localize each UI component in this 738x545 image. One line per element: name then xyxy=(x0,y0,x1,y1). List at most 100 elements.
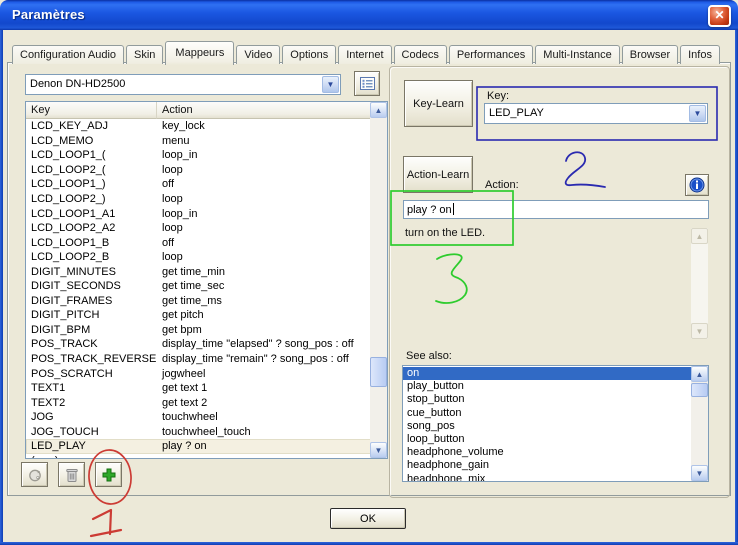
tab-multi-instance[interactable]: Multi-Instance xyxy=(535,45,619,64)
action-label: Action: xyxy=(485,179,519,191)
table-row[interactable]: DIGIT_MINUTESget time_min xyxy=(26,264,371,279)
row-action: loop_in xyxy=(157,208,371,220)
delete-mapping-button[interactable] xyxy=(58,462,85,487)
mapping-list-button[interactable] xyxy=(354,71,380,96)
action-input[interactable]: play ? on xyxy=(403,200,709,219)
table-row[interactable]: DIGIT_FRAMESget time_ms xyxy=(26,294,371,309)
row-key: JOG xyxy=(26,411,157,423)
see-also-item[interactable]: headphone_gain xyxy=(403,459,691,472)
table-header: Key Action xyxy=(26,102,371,119)
scroll-down-button[interactable]: ▼ xyxy=(691,465,708,481)
see-also-item[interactable]: loop_button xyxy=(403,433,691,446)
table-row[interactable]: DIGIT_SECONDSget time_sec xyxy=(26,279,371,294)
tab-video[interactable]: Video xyxy=(236,45,280,64)
action-learn-button[interactable]: Action-Learn xyxy=(403,156,473,193)
scroll-up-button[interactable]: ▲ xyxy=(370,102,387,118)
close-icon: ✕ xyxy=(714,8,724,22)
see-also-item[interactable]: song_pos xyxy=(403,420,691,433)
tab-internet[interactable]: Internet xyxy=(338,45,391,64)
table-row[interactable]: LED_PLAYplay ? on xyxy=(26,439,371,454)
list-icon xyxy=(360,77,375,90)
see-also-item[interactable]: cue_button xyxy=(403,407,691,420)
table-row[interactable]: LCD_LOOP2_A2loop xyxy=(26,221,371,236)
ok-label: OK xyxy=(360,513,376,525)
default-mapping-button[interactable] xyxy=(21,462,48,487)
see-also-item[interactable]: stop_button xyxy=(403,393,691,406)
see-also-item[interactable]: play_button xyxy=(403,380,691,393)
table-row[interactable]: LCD_LOOP1_)off xyxy=(26,177,371,192)
scroll-down-button[interactable]: ▼ xyxy=(370,442,387,458)
row-key: LED_PLAY xyxy=(26,440,157,452)
scroll-down-button[interactable]: ▼ xyxy=(691,323,708,339)
table-row[interactable]: JOGtouchwheel xyxy=(26,410,371,425)
row-action: get time_min xyxy=(157,266,371,278)
key-action-table: Key Action LCD_KEY_ADJkey_lockLCD_MEMOme… xyxy=(25,101,388,459)
table-row[interactable]: JOG_TOUCHtouchwheel_touch xyxy=(26,424,371,439)
table-row[interactable]: LCD_KEY_ADJkey_lock xyxy=(26,119,371,134)
ok-button[interactable]: OK xyxy=(330,508,406,529)
see-also-item[interactable]: headphone_volume xyxy=(403,446,691,459)
table-row[interactable]: POS_TRACKdisplay_time "elapsed" ? song_p… xyxy=(26,337,371,352)
table-row[interactable]: LCD_LOOP2_Bloop xyxy=(26,250,371,265)
see-also-scrollbar[interactable]: ▲ ▼ xyxy=(691,366,708,481)
add-mapping-button[interactable] xyxy=(95,462,122,487)
table-row[interactable]: DIGIT_BPMget bpm xyxy=(26,323,371,338)
row-action: display_time "elapsed" ? song_pos : off xyxy=(157,338,371,350)
table-row[interactable]: LCD_MEMOmenu xyxy=(26,134,371,149)
title-bar[interactable]: Paramètres ✕ xyxy=(0,0,738,30)
scroll-up-icon: ▲ xyxy=(696,370,704,379)
tab-skin[interactable]: Skin xyxy=(126,45,163,64)
table-row[interactable]: POS_SCRATCHjogwheel xyxy=(26,366,371,381)
action-learn-label: Action-Learn xyxy=(407,169,469,181)
row-action: loop xyxy=(157,164,371,176)
table-row[interactable]: TEXT1get text 1 xyxy=(26,381,371,396)
tab-infos[interactable]: Infos xyxy=(680,45,720,64)
row-action: touchwheel_touch xyxy=(157,426,371,438)
description-scrollbar[interactable]: ▲ ▼ xyxy=(691,228,708,339)
device-select-dropdown-button[interactable]: ▼ xyxy=(322,76,339,93)
scrollbar-thumb[interactable] xyxy=(370,357,387,387)
table-row[interactable]: DIGIT_PITCHget pitch xyxy=(26,308,371,323)
row-key: LCD_LOOP1_( xyxy=(26,149,157,161)
row-action: get time_ms xyxy=(157,295,371,307)
table-row[interactable]: LCD_LOOP1_A1loop_in xyxy=(26,206,371,221)
table-row[interactable]: TEXT2get text 2 xyxy=(26,395,371,410)
close-button[interactable]: ✕ xyxy=(708,5,731,27)
see-also-item[interactable]: headphone_mix xyxy=(403,473,691,483)
row-key: TEXT2 xyxy=(26,397,157,409)
row-key: LCD_MEMO xyxy=(26,135,157,147)
row-key: DIGIT_SECONDS xyxy=(26,280,157,292)
tab-mappeurs[interactable]: Mappeurs xyxy=(165,41,234,65)
scrollbar-thumb[interactable] xyxy=(691,383,708,397)
device-select[interactable]: Denon DN-HD2500 ▼ xyxy=(25,74,341,95)
scroll-up-button[interactable]: ▲ xyxy=(691,228,708,244)
column-header-key[interactable]: Key xyxy=(26,102,157,119)
key-select[interactable]: LED_PLAY ▼ xyxy=(484,103,708,124)
row-action: key_lock xyxy=(157,120,371,132)
tab-codecs[interactable]: Codecs xyxy=(394,45,447,64)
action-input-value: play ? on xyxy=(407,204,452,216)
key-learn-button[interactable]: Key-Learn xyxy=(404,80,473,127)
row-key: POS_SCRATCH xyxy=(26,368,157,380)
table-scrollbar[interactable]: ▲ ▼ xyxy=(370,102,387,458)
see-also-item[interactable]: on xyxy=(403,367,691,380)
tab-browser[interactable]: Browser xyxy=(622,45,678,64)
column-header-action[interactable]: Action xyxy=(157,102,371,119)
tab-performances[interactable]: Performances xyxy=(449,45,533,64)
info-button[interactable] xyxy=(685,174,709,196)
plus-icon xyxy=(101,467,117,483)
scroll-up-button[interactable]: ▲ xyxy=(691,366,708,382)
table-row[interactable]: LCD_LOOP1_Boff xyxy=(26,235,371,250)
table-row[interactable]: POS_TRACK_REVERSEdisplay_time "remain" ?… xyxy=(26,352,371,367)
row-action: get time_sec xyxy=(157,280,371,292)
table-row[interactable]: LCD_LOOP2_(loop xyxy=(26,163,371,178)
tab-options[interactable]: Options xyxy=(282,45,336,64)
tab-configuration-audio[interactable]: Configuration Audio xyxy=(12,45,124,64)
table-row[interactable]: LCD_LOOP1_(loop_in xyxy=(26,148,371,163)
table-row[interactable]: (new) xyxy=(26,454,371,458)
row-action: get text 1 xyxy=(157,382,371,394)
window-title: Paramètres xyxy=(12,7,85,22)
row-key: JOG_TOUCH xyxy=(26,426,157,438)
key-select-dropdown-button[interactable]: ▼ xyxy=(689,105,706,122)
table-row[interactable]: LCD_LOOP2_)loop xyxy=(26,192,371,207)
